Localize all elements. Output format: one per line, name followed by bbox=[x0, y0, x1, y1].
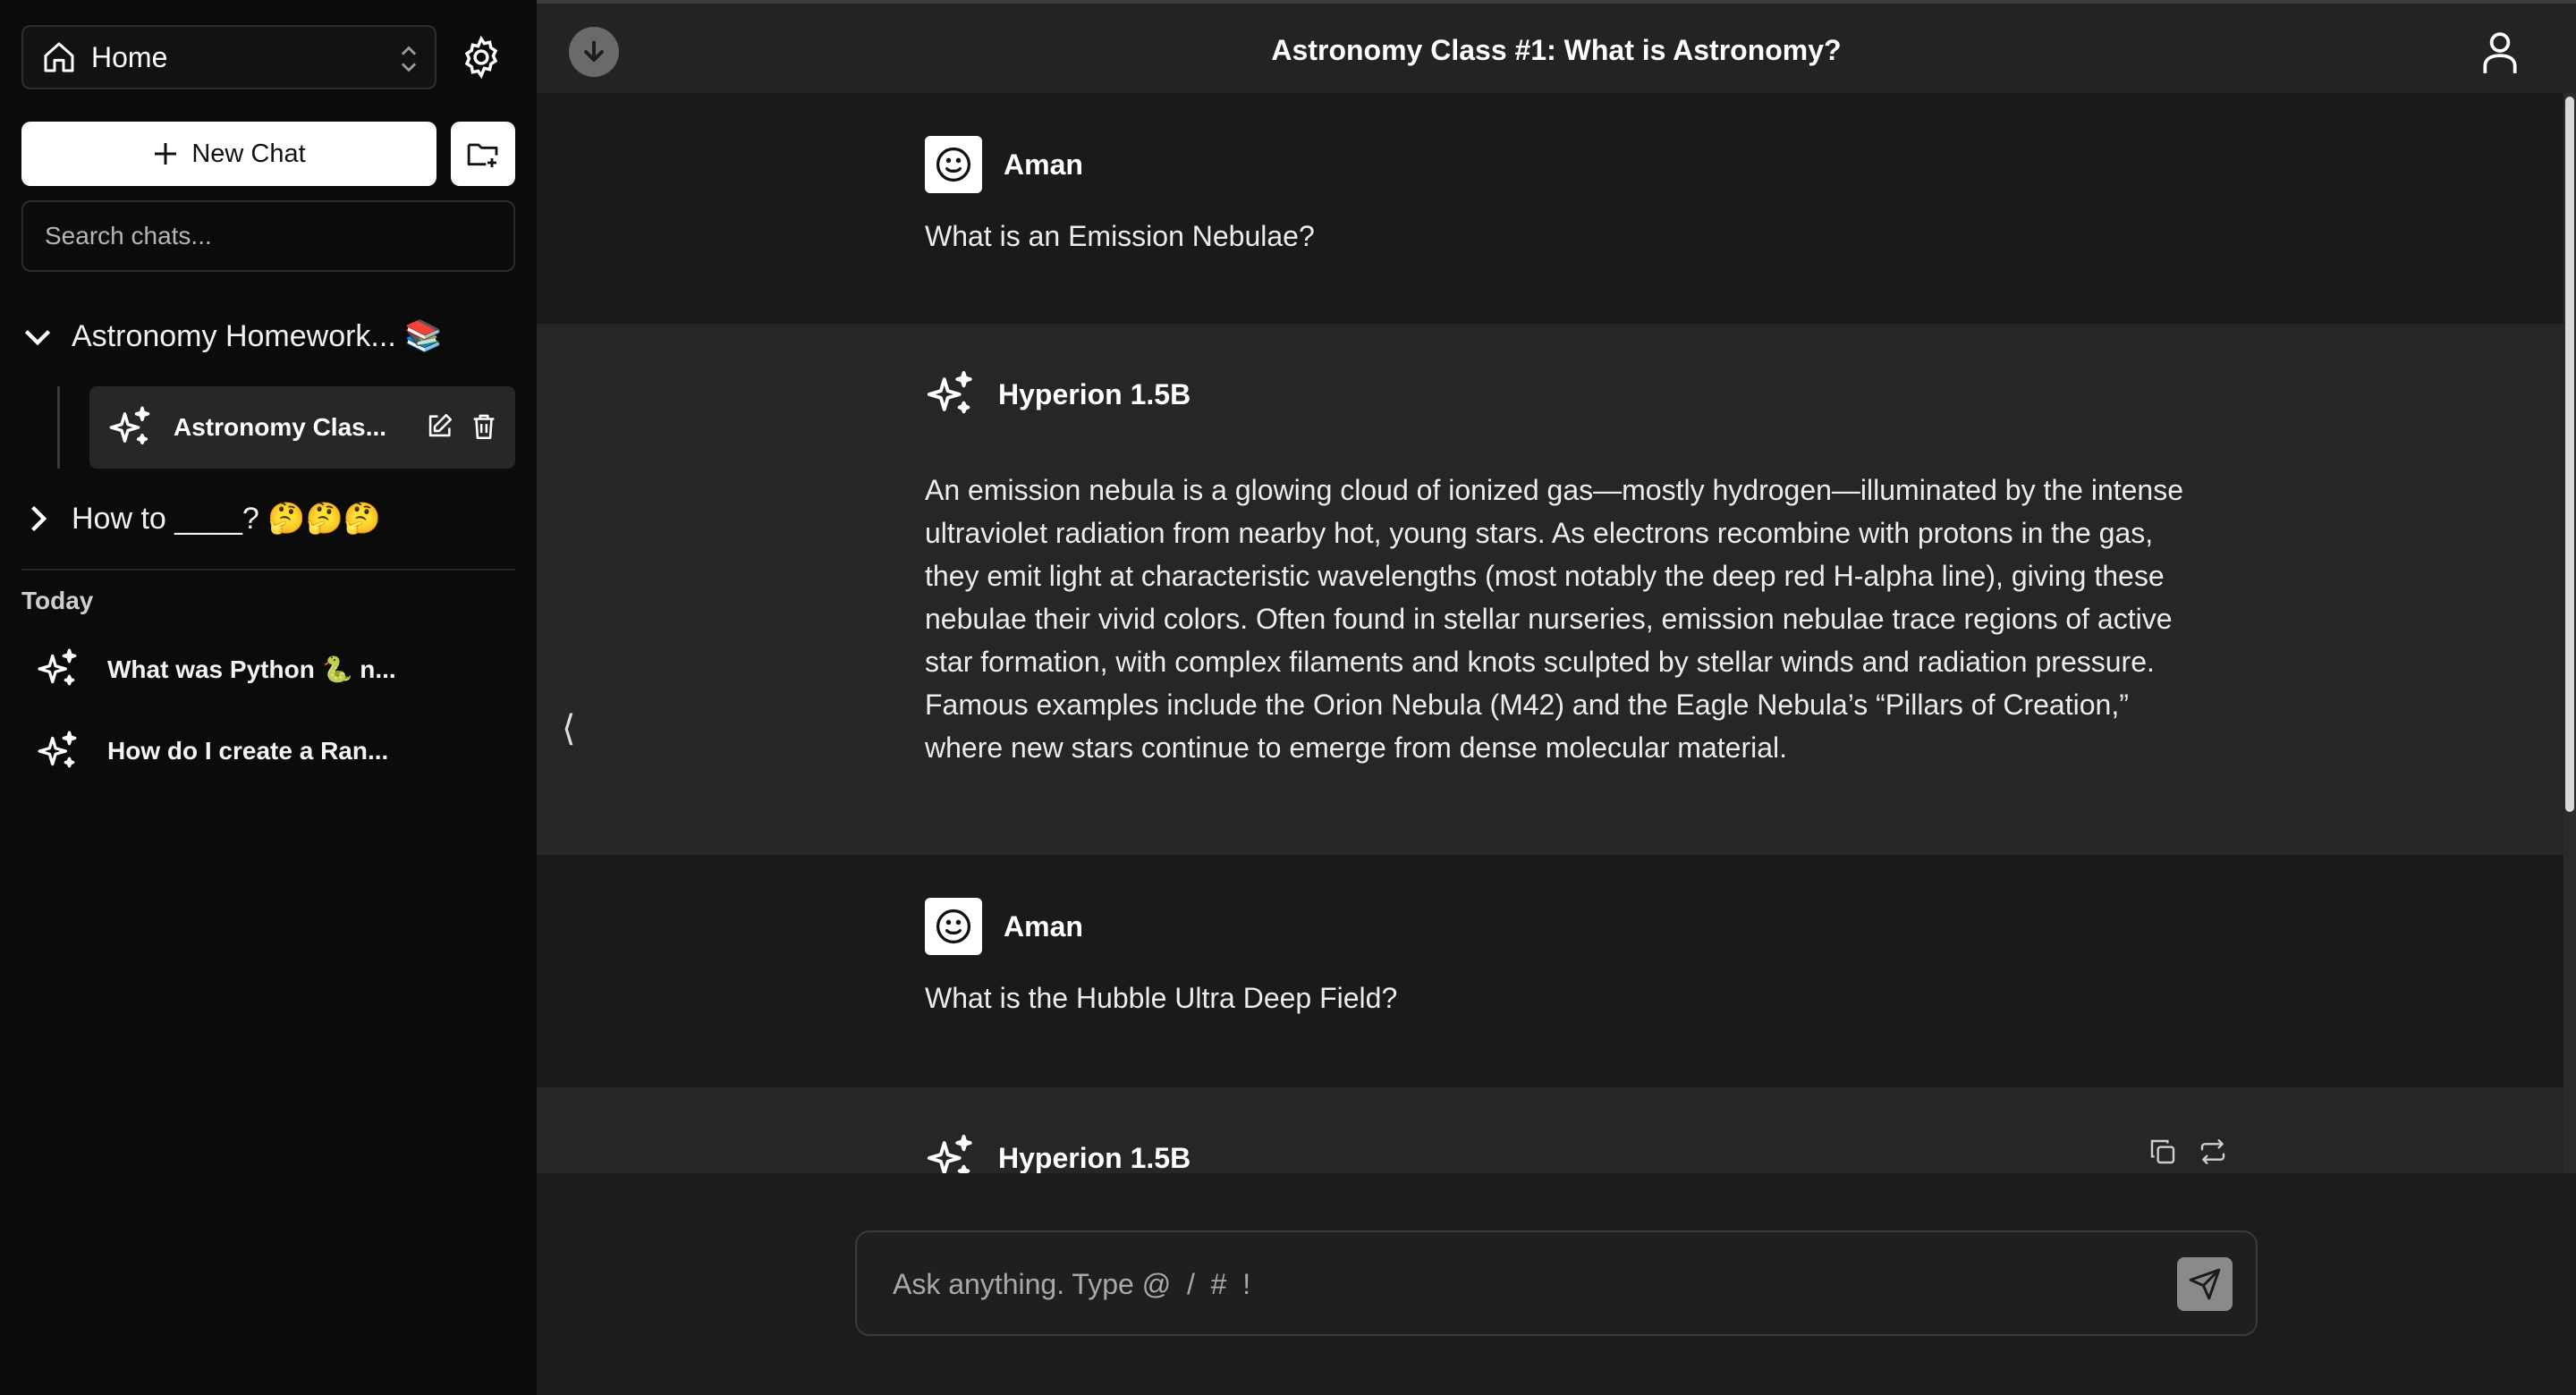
send-button[interactable] bbox=[2177, 1257, 2233, 1311]
chevron-right-icon bbox=[31, 505, 47, 532]
sparkle-icon bbox=[38, 731, 77, 768]
message-text: What is the Hubble Ultra Deep Field? bbox=[925, 982, 1398, 1014]
message-user: Aman What is an Emission Nebulae? bbox=[537, 93, 2563, 324]
sparkle-icon bbox=[38, 648, 77, 686]
folder-label: Astronomy Homework... 📚 bbox=[72, 319, 443, 353]
message-author: Aman bbox=[1004, 909, 1083, 943]
message-author: Hyperion 1.5B bbox=[998, 1141, 1191, 1174]
chat-main: Astronomy Class #1: What is Astronomy? A… bbox=[537, 0, 2576, 1395]
sidebar-chat-item[interactable]: What was Python 🐍 n... bbox=[36, 642, 396, 696]
message-text: An emission nebula is a glowing cloud of… bbox=[925, 474, 2184, 764]
sparkle-icon bbox=[109, 406, 150, 445]
active-chat-title: Astronomy Clas... bbox=[174, 413, 387, 441]
sidebar: Home New Chat Astronomy Homework... 📚 As… bbox=[0, 0, 537, 1395]
sparkle-icon bbox=[927, 1134, 972, 1173]
workspace-label: Home bbox=[91, 40, 168, 73]
avatar bbox=[925, 136, 982, 193]
chevron-updown-icon bbox=[401, 46, 417, 72]
folder-astronomy-homework[interactable]: Astronomy Homework... 📚 bbox=[21, 304, 443, 368]
sidebar-chat-item[interactable]: How do I create a Ran... bbox=[36, 724, 388, 778]
copy-icon[interactable] bbox=[2148, 1137, 2177, 1166]
collapse-sidebar-toggle[interactable]: ⟨ bbox=[562, 708, 576, 749]
message-text: What is an Emission Nebulae? bbox=[925, 220, 1315, 252]
new-folder-button[interactable] bbox=[451, 122, 515, 186]
folder-plus-icon bbox=[467, 143, 498, 167]
new-chat-button[interactable]: New Chat bbox=[21, 122, 436, 186]
composer bbox=[855, 1230, 2258, 1336]
message-actions bbox=[2148, 1137, 2227, 1166]
folder-label: How to ____? 🤔🤔🤔 bbox=[72, 502, 382, 536]
sparkle-icon bbox=[927, 370, 972, 414]
message-author: Hyperion 1.5B bbox=[998, 377, 1191, 410]
send-icon bbox=[2189, 1268, 2221, 1300]
home-icon bbox=[44, 42, 74, 72]
folder-how-to[interactable]: How to ____? 🤔🤔🤔 bbox=[21, 486, 381, 551]
message-user: Aman What is the Hubble Ultra Deep Field… bbox=[537, 855, 2563, 1087]
message-ai: Hyperion 1.5B bbox=[537, 1087, 2563, 1173]
message-ai: Hyperion 1.5B An emission nebula is a gl… bbox=[537, 324, 2563, 855]
workspace-select[interactable]: Home bbox=[21, 25, 436, 89]
regenerate-icon[interactable] bbox=[2199, 1137, 2227, 1166]
user-icon[interactable] bbox=[2481, 30, 2519, 75]
sidebar-divider bbox=[21, 569, 515, 571]
scrollbar-thumb[interactable] bbox=[2565, 97, 2574, 812]
folder-tree-line bbox=[57, 386, 60, 469]
page-title: Astronomy Class #1: What is Astronomy? bbox=[1271, 34, 1842, 66]
chevron-down-icon bbox=[24, 330, 51, 346]
message-input[interactable] bbox=[893, 1259, 2145, 1309]
smiley-icon bbox=[936, 909, 971, 944]
section-today-label: Today bbox=[21, 587, 94, 614]
gear-icon[interactable] bbox=[458, 34, 504, 85]
new-chat-label: New Chat bbox=[191, 139, 306, 168]
edit-icon[interactable] bbox=[424, 411, 454, 442]
plus-icon bbox=[155, 143, 177, 165]
scrollbar[interactable] bbox=[2563, 93, 2576, 1175]
message-author: Aman bbox=[1004, 148, 1083, 181]
top-bar: Astronomy Class #1: What is Astronomy? bbox=[537, 0, 2576, 93]
chat-item-title: What was Python 🐍 n... bbox=[107, 655, 396, 683]
trash-icon[interactable] bbox=[469, 411, 499, 442]
smiley-icon bbox=[936, 147, 971, 182]
chat-item-title: How do I create a Ran... bbox=[107, 737, 389, 765]
sidebar-chat-active[interactable]: Astronomy Clas... bbox=[89, 386, 515, 469]
search-chats-input[interactable] bbox=[21, 200, 515, 272]
avatar bbox=[925, 898, 982, 955]
